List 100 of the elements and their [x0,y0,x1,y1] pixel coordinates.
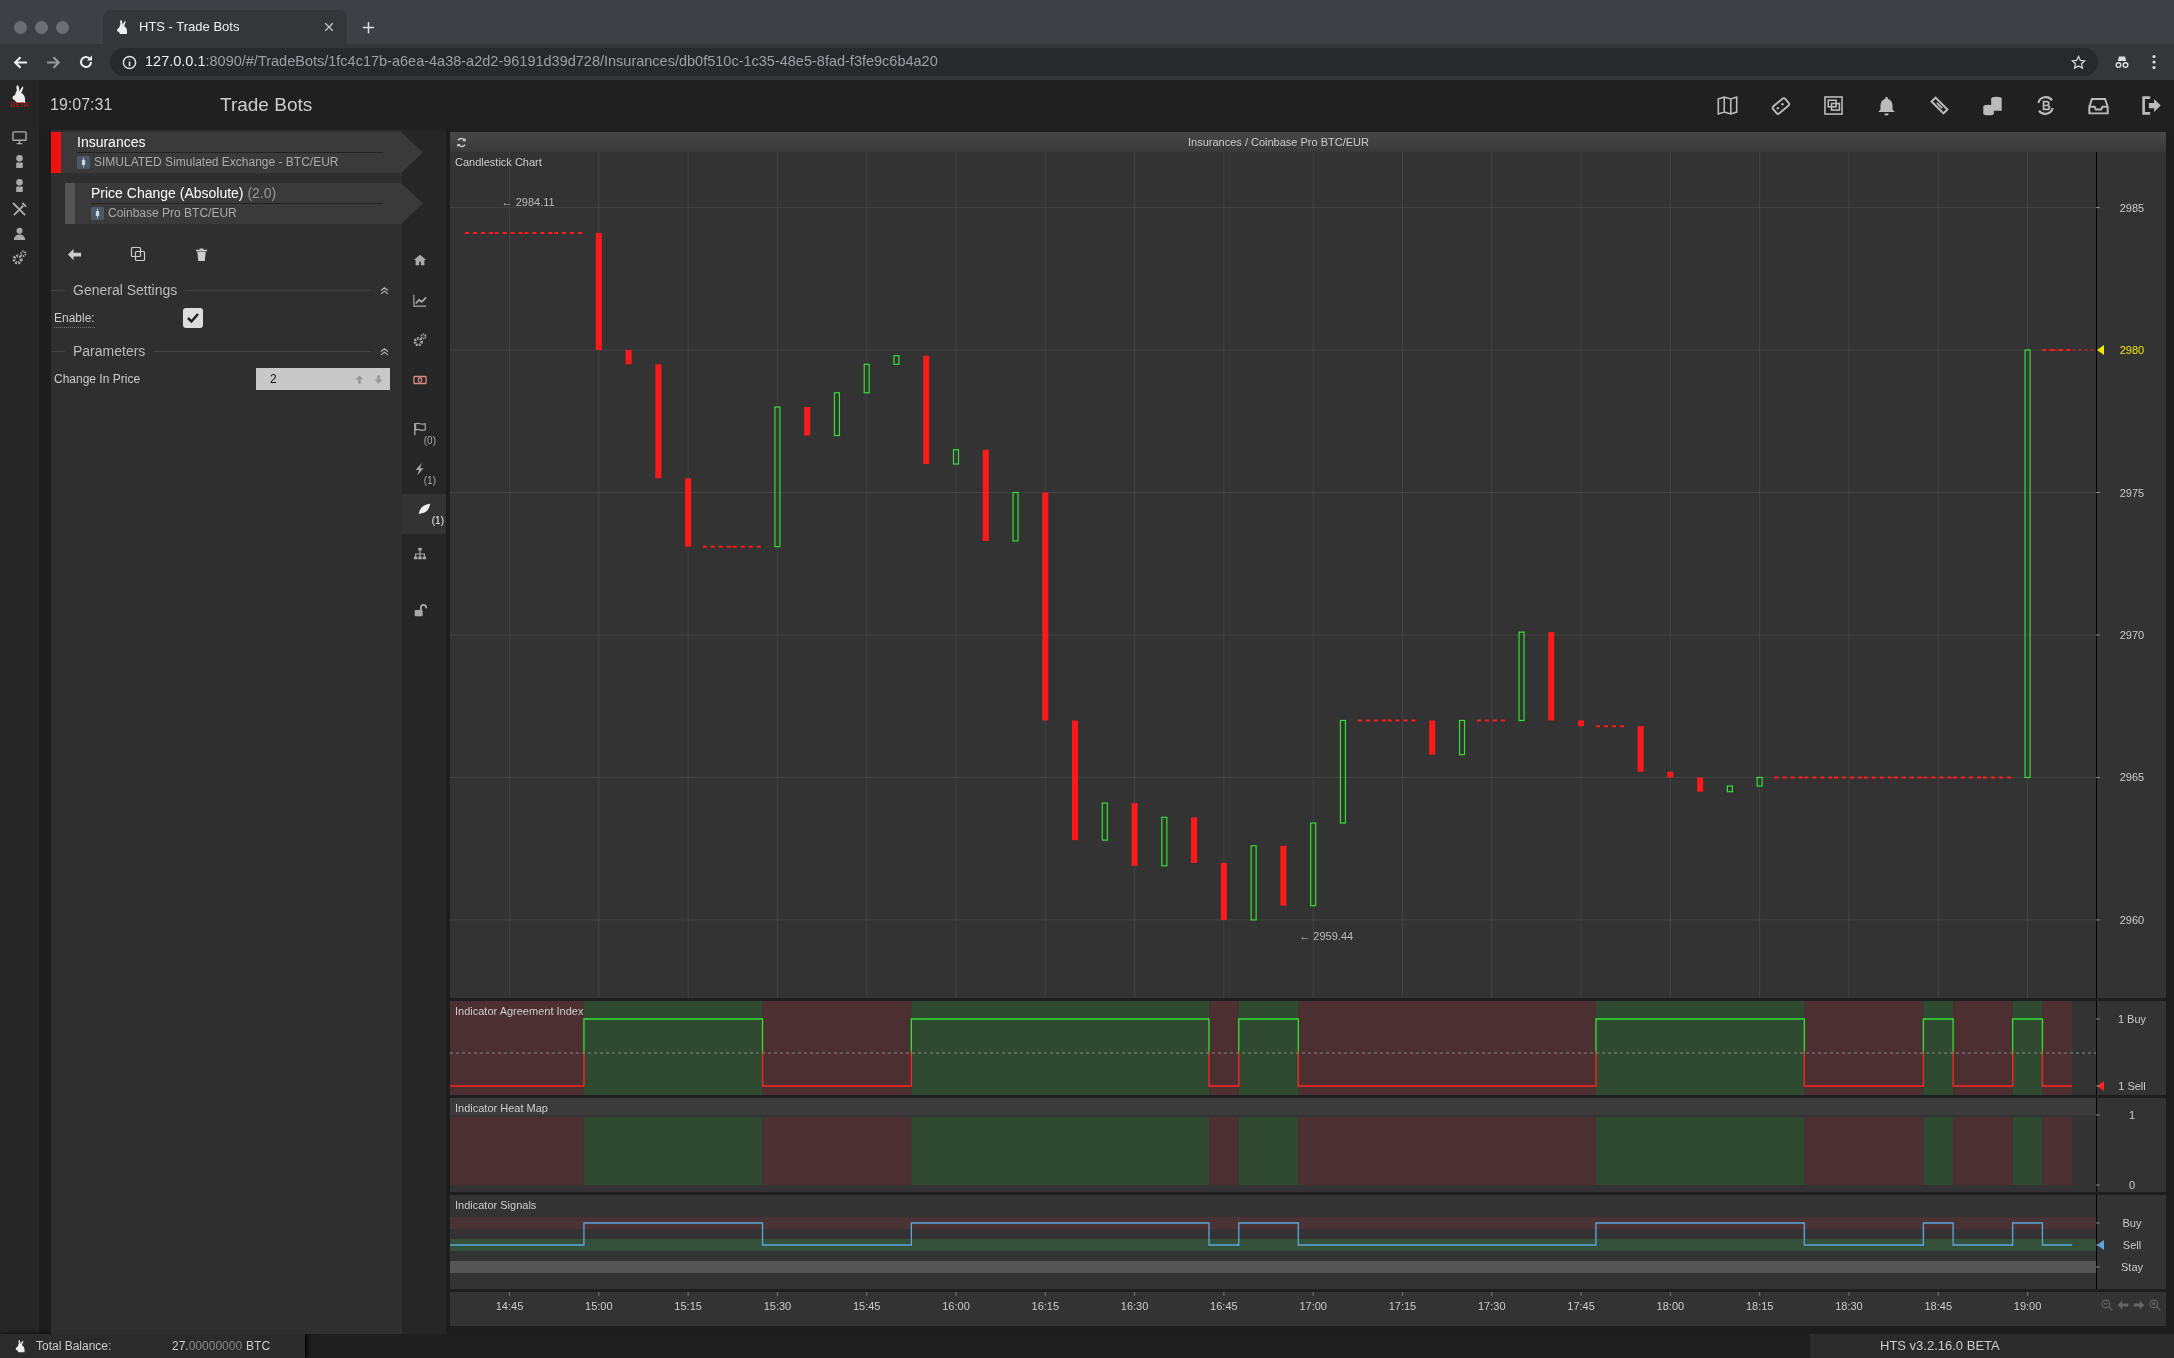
section-title[interactable]: Parameters [73,341,146,362]
axis-label: Buy [2122,1217,2142,1229]
gears-icon[interactable] [12,250,27,265]
monitor-icon[interactable] [12,130,27,145]
clock-text: 19:07:31 [50,95,114,115]
version-label: HTS v3.2.16.0 BETA [1880,1337,2000,1356]
candlestick [1191,817,1198,863]
candlestick [1458,719,1466,756]
heat-cell [2042,1117,2073,1185]
candlestick [1697,777,1704,792]
candlestick [1578,720,1585,727]
axis-label: 2960 [2119,913,2145,926]
chart-title: Indicator Heat Map [455,1102,548,1114]
chart-title: Indicator Signals [455,1199,537,1211]
axis-label: 18:15 [1745,1300,1774,1312]
refresh-icon[interactable] [456,136,467,148]
axis-label: 2970 [2119,629,2145,641]
price-annotation: ← 2959.44 [1299,929,1354,942]
candlestick [1637,726,1644,772]
chart-title: Candlestick Chart [455,156,542,168]
tools-icon[interactable] [12,202,27,217]
page-title: Trade Bots [220,92,313,117]
gears-icon [413,333,427,347]
collapse-icon[interactable] [379,346,390,357]
field-label: Enable: [54,308,95,328]
candlestick [1101,802,1108,841]
axis-label: 15:30 [763,1300,792,1312]
frame-icon[interactable] [1823,94,1844,116]
section-title[interactable]: General Settings [73,280,178,301]
reload-icon[interactable] [78,54,94,70]
axis-label: 19:00 [2013,1300,2042,1312]
heat-cell [1953,1117,2013,1185]
currency-label: BTC [246,1338,271,1355]
logout-icon[interactable] [2141,94,2162,116]
heat-cell [1923,1117,1954,1185]
axis-label: 15:00 [585,1300,613,1312]
axis-label: 2965 [2119,771,2145,784]
balance-label: Total Balance: [36,1338,113,1355]
info-icon[interactable] [122,54,137,70]
address-bar[interactable]: 127.0.0.1:8090/#/TradeBots/1fc4c17b-a6ea-4a38-a2d2-96191d39d728/Insurances/db0f510c-1c35-48e5-8fad-f3fe9c6b4a20 [110,48,2098,76]
side-tab[interactable]: (1) [402,454,438,494]
side-tab[interactable]: (0) [402,414,438,454]
heat-cell [1238,1117,1299,1185]
item-title: Insurances [77,132,383,153]
number-field[interactable]: 2 [256,368,354,390]
axis-label: 2985 [2119,201,2145,214]
candlestick [833,392,841,437]
candlestick [1667,771,1674,778]
incognito-icon[interactable] [2114,54,2130,70]
user-icon[interactable] [12,226,27,241]
axis-label: 16:15 [1031,1300,1060,1312]
price-annotation: ← 2984.11 [501,195,555,208]
dice-icon[interactable] [1770,94,1791,116]
close-icon[interactable] [323,21,335,33]
chart-title: Indicator Agreement Index [455,1005,584,1017]
candlestick [1756,776,1763,787]
coins-icon[interactable] [1982,94,2003,116]
axis-label: 0 [2128,1179,2136,1191]
bitcoin-exchange-icon[interactable] [2035,94,2056,116]
map-icon[interactable] [1717,94,1738,116]
axis-label: 17:00 [1299,1300,1327,1312]
price-marker-icon [2097,345,2104,356]
tree-item[interactable]: Insurances SIMULATED Simulated Exchange - BTC/EUR [51,132,423,173]
candlestick [893,355,900,365]
star-icon[interactable] [2071,54,2086,70]
item-subtitle: SIMULATED Simulated Exchange - BTC/EUR [94,155,339,170]
checkbox[interactable] [182,308,203,328]
axis-label: 17:15 [1388,1300,1417,1312]
axis-label: 18:00 [1656,1300,1685,1312]
count-label: (1) [423,476,436,486]
notifications-icon[interactable] [1876,94,1897,116]
copy-icon[interactable] [130,246,146,262]
ticket-icon[interactable] [1929,94,1950,116]
rabbit-icon [14,1339,28,1353]
tree-item[interactable]: Price Change (Absolute) (2.0) Coinbase Pro BTC/EUR [65,183,423,224]
back-arrow-icon[interactable] [67,246,82,262]
new-tab-icon[interactable] [361,19,376,35]
candlestick [625,350,632,365]
flag-icon [413,422,427,436]
candlestick [1429,720,1436,755]
value-marker-icon [2097,1081,2104,1091]
axis-label: 17:30 [1478,1300,1506,1312]
candlestick-icon [77,156,90,169]
chart-panel-title: Insurances / Coinbase Pro BTC/EUR [1188,134,1370,150]
side-tab[interactable]: (1) [402,494,446,534]
axis-label: 2975 [2119,486,2145,499]
candlestick [1220,862,1227,920]
item-title: Price Change (Absolute) (2.0) [91,183,383,204]
item-subtitle: Coinbase Pro BTC/EUR [108,206,237,221]
candlestick [1131,803,1138,866]
candlestick [1161,816,1168,867]
trash-icon[interactable] [194,246,209,262]
collapse-icon[interactable] [379,285,390,296]
axis-label: Sell [2122,1239,2142,1251]
browser-tab[interactable]: HTS - Trade Bots [103,10,347,44]
balance-amount: 27.00000000 [172,1338,243,1355]
candlestick [1726,785,1733,793]
hierarchy-icon [413,547,427,561]
leaf-icon [417,502,431,516]
candlestick [863,363,870,394]
